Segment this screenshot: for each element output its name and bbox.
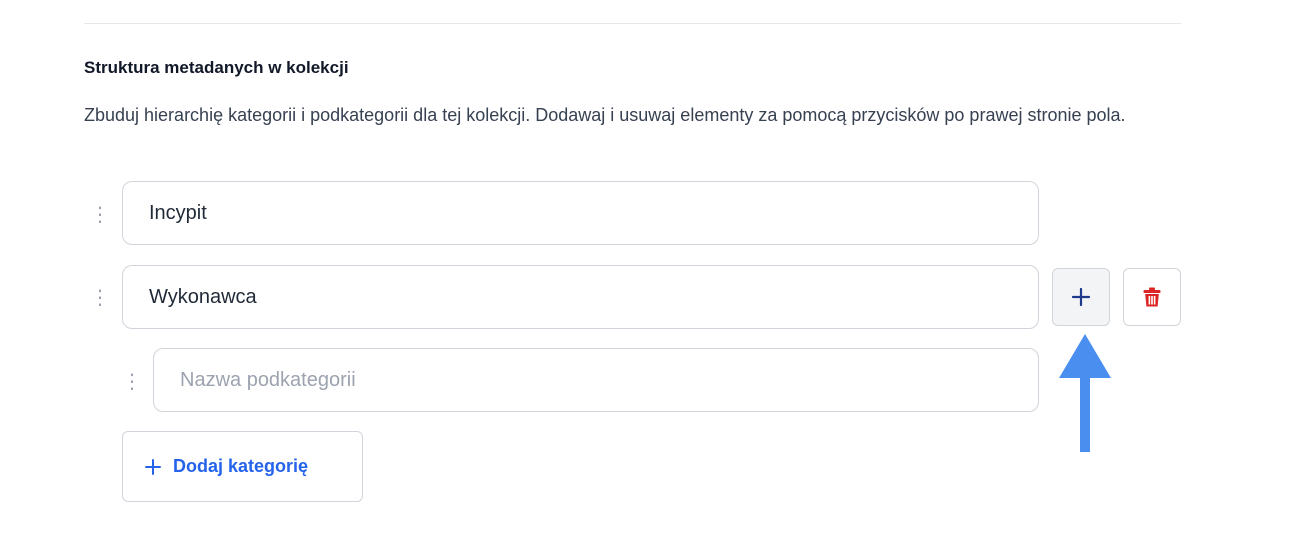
section-title: Struktura metadanych w kolekcji	[84, 58, 349, 77]
drag-handle-icon[interactable]: ⋮	[122, 370, 142, 394]
add-category-button[interactable]: Dodaj kategorię	[122, 431, 363, 502]
trash-icon	[1143, 287, 1161, 307]
drag-handle-icon[interactable]: ⋮	[90, 286, 110, 310]
drag-handle-icon[interactable]: ⋮	[90, 203, 110, 227]
plus-icon	[145, 458, 161, 475]
add-subcategory-button[interactable]	[1052, 268, 1110, 326]
category-field-wykonawca[interactable]: Wykonawca	[122, 265, 1039, 329]
add-category-label: Dodaj kategorię	[173, 456, 309, 476]
plus-icon	[1071, 287, 1091, 307]
category-field-incypit[interactable]: Incypit	[122, 181, 1039, 245]
section-description: Zbuduj hierarchię kategorii i podkategor…	[84, 105, 1126, 125]
section-divider	[84, 23, 1181, 24]
subcategory-name-input[interactable]: Nazwa podkategorii	[153, 348, 1039, 412]
arrow-up-icon	[1059, 334, 1111, 452]
delete-category-button[interactable]	[1123, 268, 1181, 326]
